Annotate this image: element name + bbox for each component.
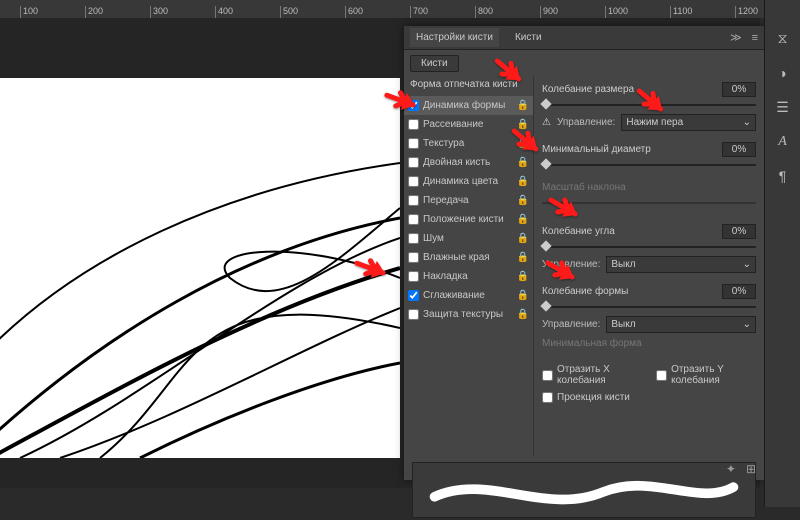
option-checkbox[interactable] (408, 233, 419, 244)
angle-jitter-slider[interactable] (542, 242, 756, 252)
option-label: Накладка (423, 271, 513, 282)
option-checkbox[interactable] (408, 309, 419, 320)
option-label: Текстура (423, 138, 513, 149)
lock-icon[interactable]: 🔒 (517, 195, 529, 206)
option-checkbox[interactable] (408, 271, 419, 282)
option-checkbox[interactable] (408, 195, 419, 206)
roundness-jitter-value[interactable] (722, 284, 756, 299)
option-положение-кисти[interactable]: Положение кисти 🔒 (404, 210, 533, 229)
option-label: Двойная кисть (423, 157, 513, 168)
min-diameter-label: Минимальный диаметр (542, 144, 716, 155)
option-label: Защита текстуры (423, 309, 513, 320)
lock-icon[interactable]: 🔒 (517, 271, 529, 282)
collapse-icon[interactable]: ≫ (730, 31, 742, 44)
option-текстура[interactable]: Текстура 🔒 (404, 134, 533, 153)
angle-jitter-value[interactable] (722, 224, 756, 239)
angle-control-select[interactable]: Выкл ⌄ (606, 256, 756, 273)
tilt-scale-label: Масштаб наклона (542, 182, 756, 193)
roundness-control-label: Управление: (542, 319, 600, 330)
brush-settings-panel: Настройки кисти Кисти ≫ ≡ Кисти Форма от… (404, 26, 764, 480)
flip-x-label: Отразить X колебания (557, 364, 642, 386)
option-накладка[interactable]: Накладка 🔒 (404, 267, 533, 286)
shape-dynamics-settings: Колебание размера ⚠ Управление: Нажим пе… (534, 76, 764, 456)
option-двойная-кисть[interactable]: Двойная кисть 🔒 (404, 153, 533, 172)
option-checkbox[interactable] (408, 119, 419, 130)
option-checkbox[interactable] (408, 252, 419, 263)
brush-options-list: Форма отпечатка кисти Динамика формы🔒Рас… (404, 76, 534, 456)
option-label: Рассеивание (423, 119, 513, 130)
option-label: Динамика формы (423, 100, 513, 111)
paragraph-icon[interactable]: ¶ (779, 168, 787, 184)
lock-icon[interactable]: 🔒 (517, 252, 529, 263)
tab-brushes[interactable]: Кисти (509, 28, 548, 47)
option-динамика-формы[interactable]: Динамика формы 🔒 (404, 96, 533, 115)
option-динамика-цвета[interactable]: Динамика цвета 🔒 (404, 172, 533, 191)
roundness-control-select[interactable]: Выкл ⌄ (606, 316, 756, 333)
option-label: Положение кисти (423, 214, 513, 225)
option-label: Динамика цвета (423, 176, 513, 187)
lock-icon[interactable]: 🔒 (517, 290, 529, 301)
brush-stroke-preview (412, 462, 756, 518)
option-label: Шум (423, 233, 513, 244)
lock-icon[interactable]: 🔒 (517, 176, 529, 187)
option-checkbox[interactable] (408, 290, 419, 301)
size-jitter-value[interactable] (722, 82, 756, 97)
roundness-jitter-label: Колебание формы (542, 286, 716, 297)
flip-y-checkbox[interactable] (656, 370, 667, 381)
lock-icon[interactable]: 🔒 (517, 100, 529, 111)
lock-icon[interactable]: 🔒 (517, 157, 529, 168)
option-label: Передача (423, 195, 513, 206)
size-control-label: Управление: (557, 117, 615, 128)
type-icon[interactable]: A (778, 134, 787, 150)
brush-tip-shape-header[interactable]: Форма отпечатка кисти (404, 76, 533, 96)
lock-icon[interactable]: 🔒 (517, 119, 529, 130)
option-checkbox[interactable] (408, 138, 419, 149)
size-jitter-label: Колебание размера (542, 84, 716, 95)
option-checkbox[interactable] (408, 157, 419, 168)
size-control-select[interactable]: Нажим пера ⌄ (621, 114, 756, 131)
new-preset-icon[interactable]: ⊞ (746, 462, 756, 476)
brush-projection-checkbox[interactable] (542, 392, 553, 403)
min-roundness-label: Минимальная форма (542, 338, 756, 349)
panel-tabs: Настройки кисти Кисти ≫ ≡ (404, 26, 764, 50)
min-diameter-slider[interactable] (542, 160, 756, 170)
option-защита-текстуры[interactable]: Защита текстуры 🔒 (404, 305, 533, 324)
panel-menu-icon[interactable]: ≡ (752, 32, 758, 44)
angle-control-label: Управление: (542, 259, 600, 270)
warning-icon: ⚠ (542, 117, 551, 128)
brushes-button[interactable]: Кисти (410, 55, 459, 72)
right-icon-bar: ⧖ ◑ ☰ A ¶ (764, 0, 800, 507)
option-шум[interactable]: Шум 🔒 (404, 229, 533, 248)
brush-projection-label: Проекция кисти (557, 392, 630, 403)
lock-icon[interactable]: 🔒 (517, 309, 529, 320)
option-влажные-края[interactable]: Влажные края 🔒 (404, 248, 533, 267)
tab-brush-settings[interactable]: Настройки кисти (410, 28, 499, 47)
flip-x-checkbox[interactable] (542, 370, 553, 381)
option-checkbox[interactable] (408, 100, 419, 111)
size-jitter-slider[interactable] (542, 100, 756, 110)
option-сглаживание[interactable]: Сглаживание 🔒 (404, 286, 533, 305)
brush-strokes (0, 78, 400, 458)
option-label: Влажные края (423, 252, 513, 263)
min-diameter-value[interactable] (722, 142, 756, 157)
ruler-top: 100200300400500600700800900100011001200 (0, 0, 800, 18)
roundness-jitter-slider[interactable] (542, 302, 756, 312)
tilt-scale-slider (542, 198, 756, 208)
document-canvas[interactable] (0, 78, 400, 458)
lock-icon[interactable]: 🔒 (517, 138, 529, 149)
option-checkbox[interactable] (408, 176, 419, 187)
option-label: Сглаживание (423, 290, 513, 301)
toggle-preview-icon[interactable]: ✦ (726, 462, 736, 476)
option-рассеивание[interactable]: Рассеивание 🔒 (404, 115, 533, 134)
lock-icon[interactable]: 🔒 (517, 214, 529, 225)
angle-jitter-label: Колебание угла (542, 226, 716, 237)
flip-y-label: Отразить Y колебания (671, 364, 756, 386)
option-передача[interactable]: Передача 🔒 (404, 191, 533, 210)
lock-icon[interactable]: 🔒 (517, 233, 529, 244)
option-checkbox[interactable] (408, 214, 419, 225)
history-icon[interactable]: ⧖ (778, 30, 788, 47)
styles-icon[interactable]: ☰ (776, 99, 789, 116)
adjustments-icon[interactable]: ◑ (778, 65, 786, 81)
